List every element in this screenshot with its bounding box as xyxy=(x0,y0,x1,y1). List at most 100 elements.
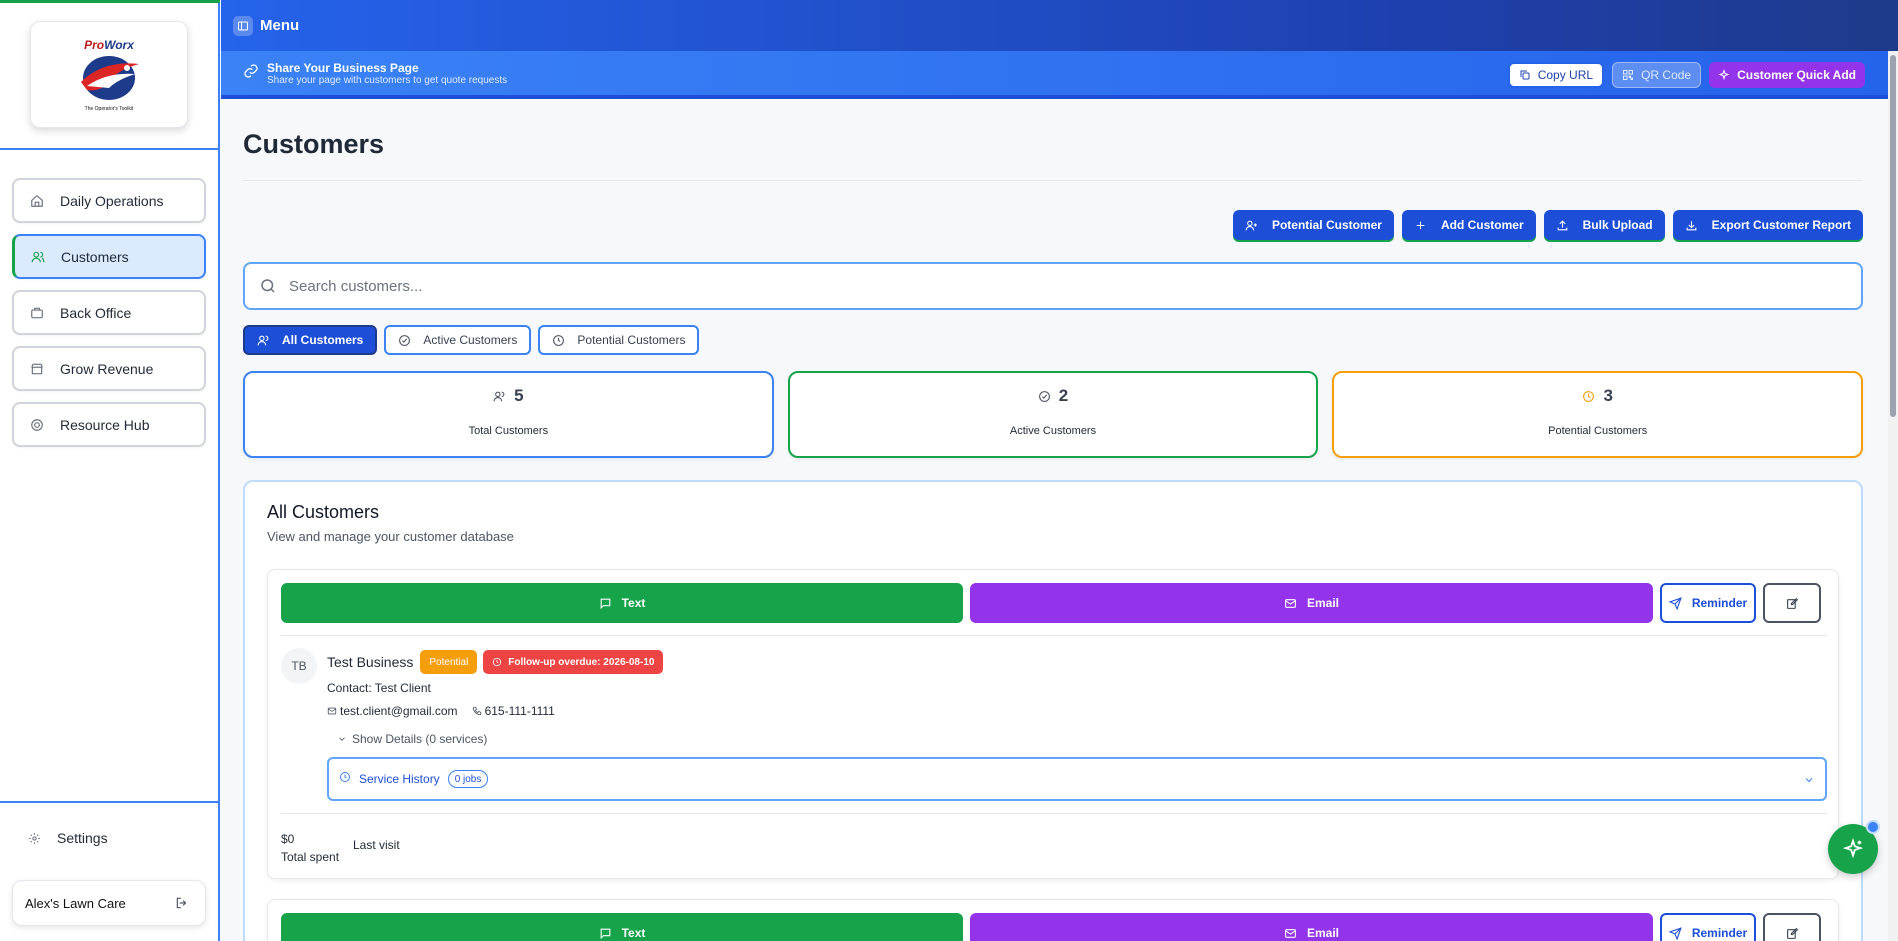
customer-phone[interactable]: 615-111-1111 xyxy=(472,704,555,718)
users-icon xyxy=(493,391,505,401)
edit-button[interactable] xyxy=(1763,583,1821,623)
customer-email[interactable]: test.client@gmail.com xyxy=(327,704,458,718)
clock-icon xyxy=(493,657,502,667)
logout-icon[interactable] xyxy=(175,896,189,910)
stat-value-row: 2 xyxy=(1038,386,1068,406)
stat-value-row: 5 xyxy=(493,386,524,406)
gear-icon xyxy=(29,832,40,844)
sidebar-item-customers[interactable]: Customers xyxy=(12,234,206,279)
show-details-label: Show Details (0 services) xyxy=(352,732,488,746)
stat-value: 2 xyxy=(1058,386,1069,405)
list-subtitle: View and manage your customer database xyxy=(267,529,514,544)
sparkles-icon xyxy=(1842,838,1864,859)
followup-overdue-badge: Follow-up overdue: 2026-08-10 xyxy=(483,650,664,674)
search-input[interactable] xyxy=(289,277,1789,295)
text-button[interactable]: Text xyxy=(281,583,963,623)
qr-code-icon xyxy=(1623,70,1634,80)
account-card[interactable]: Alex's Lawn Care xyxy=(12,880,206,926)
users-icon xyxy=(31,251,45,262)
stat-label: Total Customers xyxy=(468,425,549,437)
sidebar-nav: Daily Operations Customers Back Office G… xyxy=(12,178,206,458)
lifebuoy-icon xyxy=(31,418,43,431)
menu-label[interactable]: Menu xyxy=(260,17,299,34)
stat-value: 5 xyxy=(514,386,524,405)
email-button[interactable]: Email xyxy=(970,913,1653,941)
stat-label: Active Customers xyxy=(1009,425,1097,437)
sidebar-item-back-office[interactable]: Back Office xyxy=(12,290,206,335)
sidebar-item-grow-revenue[interactable]: Grow Revenue xyxy=(12,346,206,391)
mail-icon xyxy=(1285,598,1296,608)
stat-total-customers: 5 Total Customers xyxy=(243,371,774,458)
email-button-label: Email xyxy=(1306,596,1339,610)
total-spent-value: $0 xyxy=(281,832,295,846)
reminder-button[interactable]: Reminder xyxy=(1660,583,1756,623)
share-title: Share Your Business Page xyxy=(267,60,419,75)
tab-potential-customers[interactable]: Potential Customers xyxy=(538,325,700,355)
menu-toggle-button[interactable] xyxy=(233,15,253,36)
last-visit-label: Last visit xyxy=(353,838,400,852)
customer-quick-add-button[interactable]: Customer Quick Add xyxy=(1709,62,1865,88)
service-history-accordion[interactable]: Service History 0 jobs xyxy=(327,757,1827,801)
email-button[interactable]: Email xyxy=(970,583,1653,623)
list-item: Text Email Reminder xyxy=(267,899,1839,941)
chevron-down-icon xyxy=(339,737,345,741)
sidebar: ProWorx The Operator's Toolkit Daily Ope… xyxy=(0,0,220,941)
customer-quick-add-label: Customer Quick Add xyxy=(1737,68,1856,82)
sidebar-panel-icon xyxy=(238,21,248,30)
share-business-bar: Share Your Business Page Share your page… xyxy=(221,51,1888,99)
share-actions: Copy URL QR Code Customer Quick Add xyxy=(1507,62,1865,88)
qr-code-button[interactable]: QR Code xyxy=(1612,62,1702,88)
customer-action-row: Text Email Reminder xyxy=(281,583,1827,623)
tab-all-customers[interactable]: All Customers xyxy=(243,325,378,355)
sidebar-divider xyxy=(0,801,220,803)
edit-icon xyxy=(1786,927,1798,939)
customer-action-row: Text Email Reminder xyxy=(281,913,1827,941)
download-icon xyxy=(1686,220,1697,230)
sidebar-item-daily-operations[interactable]: Daily Operations xyxy=(12,178,206,223)
home-icon xyxy=(31,194,43,207)
export-customer-report-button[interactable]: Export Customer Report xyxy=(1672,210,1863,240)
total-spent-label: Total spent xyxy=(281,850,340,864)
divider xyxy=(281,813,1827,814)
reminder-button[interactable]: Reminder xyxy=(1660,913,1756,941)
list-title: All Customers xyxy=(267,502,380,522)
top-bar: Menu xyxy=(221,0,1898,51)
text-button-label: Text xyxy=(621,926,646,940)
edit-button[interactable] xyxy=(1763,913,1821,941)
page-scrollbar[interactable] xyxy=(1888,51,1898,941)
sidebar-item-resource-hub[interactable]: Resource Hub xyxy=(12,402,206,447)
store-icon xyxy=(31,363,43,374)
text-button[interactable]: Text xyxy=(281,913,963,941)
users-icon xyxy=(257,335,269,345)
potential-customer-button[interactable]: Potential Customer xyxy=(1232,210,1394,240)
bulk-upload-button[interactable]: Bulk Upload xyxy=(1543,210,1665,240)
settings-link[interactable]: Settings xyxy=(28,830,108,846)
add-customer-label: Add Customer xyxy=(1440,218,1524,232)
followup-text: Follow-up overdue: 2026-08-10 xyxy=(508,656,655,668)
account-name: Alex's Lawn Care xyxy=(25,895,126,911)
show-details-toggle[interactable]: Show Details (0 services) xyxy=(337,732,487,746)
status-badge: Potential xyxy=(420,650,478,674)
customer-stats: 5 Total Customers 2 Active Customers 3 P… xyxy=(243,371,1864,458)
link-icon xyxy=(243,63,267,84)
stat-potential-customers: 3 Potential Customers xyxy=(1332,371,1864,458)
customer-search[interactable] xyxy=(243,262,1863,310)
chevron-down-icon xyxy=(1803,773,1815,791)
copy-url-button[interactable]: Copy URL xyxy=(1507,62,1605,88)
sidebar-item-label: Customers xyxy=(61,248,129,265)
check-circle-icon xyxy=(1038,390,1050,402)
message-icon xyxy=(600,598,610,609)
copy-url-label: Copy URL xyxy=(1537,68,1594,82)
tab-label: Active Customers xyxy=(423,333,518,347)
plus-icon xyxy=(1416,221,1425,229)
customer-name[interactable]: Test Business xyxy=(327,654,413,670)
tab-label: Potential Customers xyxy=(577,333,686,347)
message-icon xyxy=(600,928,610,939)
add-customer-button[interactable]: Add Customer xyxy=(1401,210,1536,240)
phone-icon xyxy=(472,706,481,716)
potential-customer-label: Potential Customer xyxy=(1271,218,1382,232)
proworx-logo[interactable]: ProWorx The Operator's Toolkit xyxy=(30,21,188,128)
stat-active-customers: 2 Active Customers xyxy=(787,371,1319,458)
tab-active-customers[interactable]: Active Customers xyxy=(384,325,532,355)
scrollbar-thumb[interactable] xyxy=(1890,55,1896,417)
